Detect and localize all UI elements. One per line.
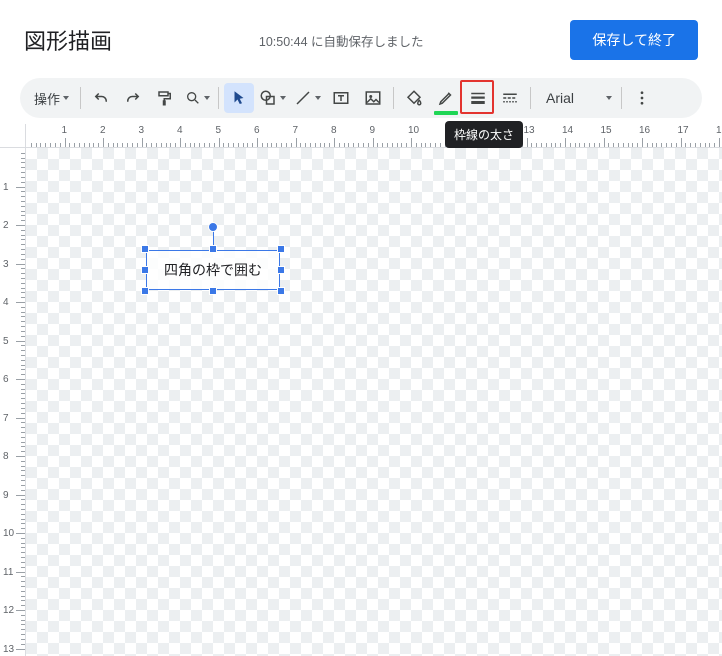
border-dash-button[interactable]: [495, 83, 525, 113]
ruler-label: 1: [3, 182, 9, 193]
page-title: 図形描画: [24, 24, 112, 56]
actions-label: 操作: [34, 89, 60, 108]
ruler-label: 13: [3, 644, 14, 655]
more-button[interactable]: [627, 83, 657, 113]
ruler-label: 10: [3, 528, 14, 539]
vertical-ruler[interactable]: 12345678910111213: [0, 148, 26, 656]
ruler-label: 17: [678, 125, 689, 136]
rotation-handle[interactable]: [208, 222, 218, 232]
textbox-button[interactable]: [326, 83, 356, 113]
ruler-label: 2: [100, 125, 106, 136]
ruler-label: 9: [370, 125, 376, 136]
resize-handle-n[interactable]: [209, 245, 217, 253]
selected-textbox[interactable]: 四角の枠で囲む: [146, 250, 280, 290]
image-button[interactable]: [358, 83, 388, 113]
zoom-icon: [185, 90, 201, 106]
ruler-label: 7: [293, 125, 299, 136]
ruler-label: 3: [139, 125, 145, 136]
actions-menu[interactable]: 操作: [28, 83, 75, 113]
paint-roller-icon: [156, 89, 174, 107]
undo-icon: [92, 89, 110, 107]
ruler-label: 2: [3, 220, 9, 231]
chevron-down-icon: [280, 96, 286, 100]
redo-icon: [124, 89, 142, 107]
paint-bucket-icon: [405, 89, 423, 107]
resize-handle-nw[interactable]: [141, 245, 149, 253]
separator: [530, 87, 531, 109]
line-menu[interactable]: [291, 83, 324, 113]
textbox-icon: [332, 89, 350, 107]
toolbar: 操作: [20, 78, 702, 118]
header: 図形描画 10:50:44 に自動保存しました 保存して終了: [0, 0, 722, 74]
ruler-label: 5: [216, 125, 222, 136]
border-weight-button[interactable]: [463, 83, 493, 113]
ruler-label: 8: [3, 451, 9, 462]
workspace: 123456789101112131415161718 123456789101…: [0, 124, 722, 656]
separator: [80, 87, 81, 109]
shapes-icon: [259, 89, 277, 107]
resize-handle-s[interactable]: [209, 287, 217, 295]
chevron-down-icon: [63, 96, 69, 100]
ruler-label: 1: [62, 125, 68, 136]
separator: [621, 87, 622, 109]
paint-format-button[interactable]: [150, 83, 180, 113]
ruler-label: 3: [3, 259, 9, 270]
image-icon: [364, 89, 382, 107]
drawing-canvas[interactable]: 四角の枠で囲む: [26, 148, 722, 656]
resize-handle-e[interactable]: [277, 266, 285, 274]
ruler-label: 8: [331, 125, 337, 136]
ruler-label: 16: [639, 125, 650, 136]
ruler-label: 9: [3, 490, 9, 501]
ruler-label: 11: [3, 567, 13, 578]
ruler-corner: [0, 124, 26, 148]
border-color-button[interactable]: [431, 83, 461, 113]
shape-menu[interactable]: [256, 83, 289, 113]
pencil-icon: [437, 89, 455, 107]
chevron-down-icon: [204, 96, 210, 100]
resize-handle-ne[interactable]: [277, 245, 285, 253]
resize-handle-se[interactable]: [277, 287, 285, 295]
ruler-label: 4: [3, 297, 9, 308]
ruler-label: 18: [716, 125, 722, 136]
ruler-label: 13: [524, 125, 535, 136]
ruler-label: 10: [408, 125, 419, 136]
ruler-label: 5: [3, 336, 9, 347]
separator: [218, 87, 219, 109]
ruler-label: 14: [562, 125, 573, 136]
border-dash-icon: [501, 89, 519, 107]
more-vertical-icon: [633, 89, 651, 107]
resize-handle-w[interactable]: [141, 266, 149, 274]
border-weight-icon: [469, 89, 487, 107]
zoom-menu[interactable]: [182, 83, 213, 113]
ruler-label: 15: [601, 125, 612, 136]
color-swatch: [434, 111, 458, 115]
fill-color-button[interactable]: [399, 83, 429, 113]
select-tool[interactable]: [224, 83, 254, 113]
textbox-content[interactable]: 四角の枠で囲む: [146, 250, 280, 290]
chevron-down-icon: [315, 96, 321, 100]
line-icon: [294, 89, 312, 107]
tooltip: 枠線の太さ: [445, 121, 523, 148]
ruler-label: 4: [177, 125, 183, 136]
font-menu[interactable]: Arial: [536, 83, 616, 113]
font-label: Arial: [546, 90, 574, 106]
separator: [393, 87, 394, 109]
autosave-status: 10:50:44 に自動保存しました: [128, 31, 554, 50]
resize-handle-sw[interactable]: [141, 287, 149, 295]
ruler-label: 7: [3, 413, 9, 424]
cursor-icon: [230, 89, 248, 107]
ruler-label: 6: [254, 125, 260, 136]
ruler-label: 6: [3, 374, 9, 385]
undo-button[interactable]: [86, 83, 116, 113]
horizontal-ruler[interactable]: 123456789101112131415161718: [26, 124, 722, 148]
redo-button[interactable]: [118, 83, 148, 113]
save-and-close-button[interactable]: 保存して終了: [570, 20, 698, 60]
chevron-down-icon: [606, 96, 612, 100]
ruler-label: 12: [3, 605, 14, 616]
